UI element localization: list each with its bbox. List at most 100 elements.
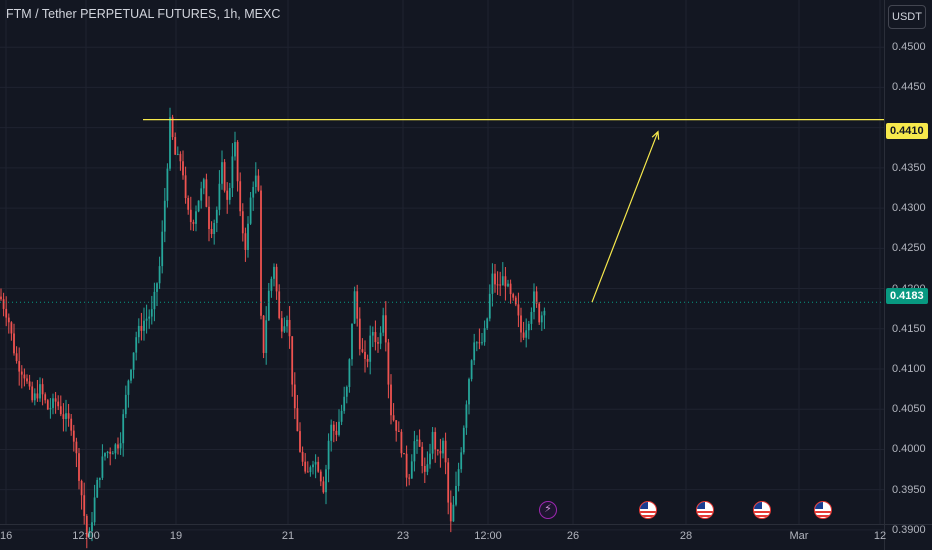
candle-body (317, 461, 320, 472)
candle-body (371, 332, 374, 336)
candle-body (520, 315, 522, 333)
candle-body (509, 283, 512, 295)
candle-body (23, 374, 26, 379)
candle-body (304, 461, 307, 472)
candle-body (470, 360, 473, 380)
candle-body (114, 444, 117, 454)
candle-body (148, 316, 151, 319)
candle-body (538, 303, 541, 323)
candle-body (137, 325, 140, 338)
candle-body (161, 231, 164, 267)
candle-body (280, 318, 283, 332)
candle-body (335, 430, 338, 435)
candle-body (325, 469, 327, 493)
us-flag-icon[interactable] (814, 501, 832, 519)
us-flag-icon[interactable] (696, 501, 714, 519)
candle-body (195, 211, 197, 224)
candle-body (384, 315, 387, 343)
candle-body (171, 117, 174, 138)
x-tick-label: 21 (281, 530, 295, 542)
candle-body (252, 186, 255, 198)
candle-body (527, 323, 530, 331)
candle-body (265, 320, 268, 353)
candle-body (288, 319, 291, 337)
candle-body (117, 444, 119, 449)
x-tick-label: Mar (789, 530, 809, 542)
candle-body (135, 337, 138, 353)
candle-body (278, 291, 281, 319)
candle-body (15, 353, 18, 362)
candle-body (111, 453, 114, 455)
x-tick-label: 19 (169, 530, 183, 542)
chart-title: FTM / Tether PERPETUAL FUTURES, 1h, MEXC (6, 7, 281, 21)
y-tick-label: 0.4050 (892, 403, 926, 416)
candle-body (205, 179, 208, 207)
candle-body (439, 450, 442, 454)
y-tick-label: 0.3900 (892, 523, 926, 536)
candle-body (72, 430, 75, 442)
candle-body (270, 278, 273, 291)
candle-body (436, 449, 439, 451)
candle-body (286, 319, 288, 327)
candle-body (434, 431, 437, 450)
candle-body (140, 325, 143, 331)
candle-body (62, 414, 65, 420)
candle-body (101, 456, 104, 478)
candle-body (387, 342, 390, 385)
candle-body (296, 408, 299, 432)
candle-body (49, 407, 52, 410)
candle-body (57, 401, 60, 407)
currency-button[interactable]: USDT (888, 5, 926, 29)
candle-body (442, 440, 444, 454)
candle-body (46, 400, 49, 410)
candle-body (59, 406, 62, 415)
candle-body (366, 358, 369, 362)
candle-body (39, 384, 41, 399)
x-tick-label: 26 (566, 530, 580, 542)
candle-body (187, 198, 190, 210)
us-flag-icon[interactable] (753, 501, 771, 519)
candle-body (382, 315, 385, 333)
us-flag-icon[interactable] (639, 501, 657, 519)
flash-icon[interactable]: ⚡ (539, 501, 557, 519)
candle-body (491, 273, 494, 294)
candle-body (18, 361, 21, 372)
candle-body (457, 469, 460, 486)
candle-body (275, 266, 278, 292)
price-chart[interactable] (0, 0, 932, 550)
candle-body (301, 451, 304, 462)
candle-body (75, 441, 78, 454)
candle-body (306, 471, 309, 473)
candle-body (236, 142, 239, 182)
y-tick-label: 0.4000 (892, 443, 926, 456)
y-tick-label: 0.4350 (892, 161, 926, 174)
candle-body (174, 137, 177, 155)
y-tick-label: 0.4450 (892, 81, 926, 94)
y-tick-label: 0.4150 (892, 322, 926, 335)
candle-body (540, 315, 543, 323)
candle-body (481, 342, 483, 344)
candle-body (210, 228, 213, 235)
candle-body (293, 384, 296, 409)
candle-body (98, 477, 101, 480)
candle-body (7, 317, 10, 323)
candle-body (429, 453, 431, 465)
candle-body (377, 342, 379, 344)
candle-body (130, 369, 132, 381)
candle-body (226, 190, 229, 200)
candle-body (358, 318, 361, 350)
candle-body (390, 384, 392, 416)
candle-body (369, 335, 372, 362)
candle-body (462, 427, 465, 453)
candle-body (543, 310, 546, 316)
candle-body (283, 326, 286, 332)
x-tick-label: 12:00 (474, 530, 502, 542)
candle-body (65, 413, 67, 420)
candle-body (478, 342, 481, 344)
candle-body (109, 451, 112, 454)
x-tick-label: 23 (396, 530, 410, 542)
candle-body (244, 233, 247, 250)
candle-body (26, 378, 28, 382)
candle-body (158, 266, 161, 284)
candle-body (514, 297, 517, 305)
